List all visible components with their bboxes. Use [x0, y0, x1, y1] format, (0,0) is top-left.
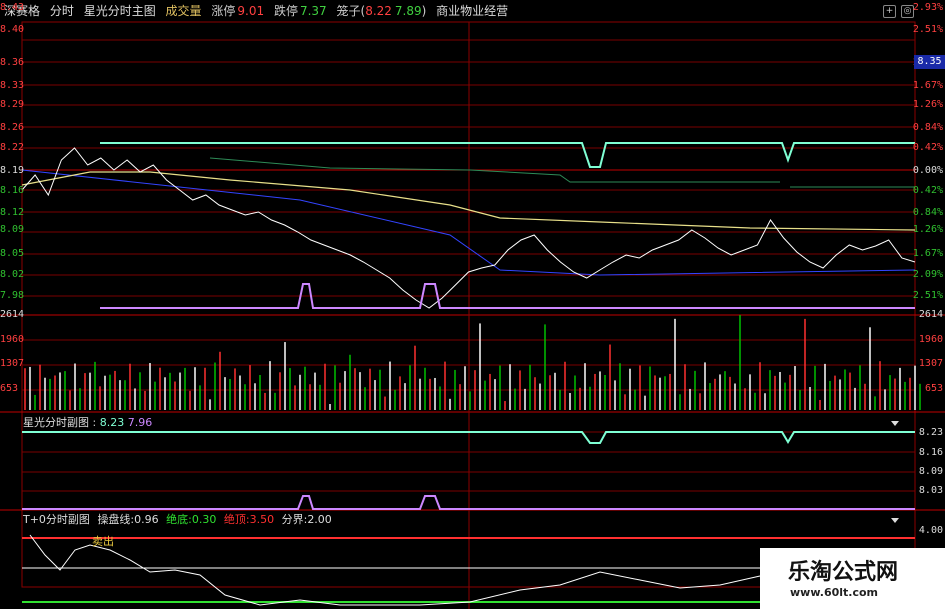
sub1-axis-3: 8.03: [918, 485, 943, 496]
operation-line: [29, 534, 761, 606]
volume-axis-top-left: 2614: [0, 309, 25, 320]
sub1-axis-1: 8.16: [918, 447, 943, 458]
price-tick: 7.98: [0, 290, 25, 301]
sub2-value-2: 0.30: [191, 513, 217, 526]
signal-line-green: [100, 142, 915, 168]
price-tick: 8.40: [0, 24, 25, 35]
price-tick: 8.19: [0, 165, 25, 176]
price-tick: 8.05: [0, 248, 25, 259]
percent-tick: 0.42%: [912, 185, 943, 196]
sub2-header: T+0分时副图 操盘线:0.96 绝底:0.30 绝顶:3.50 分界:2.00: [23, 513, 332, 527]
sub1-value-1: 8.23: [99, 416, 125, 429]
sub2-label-1: 操盘线:: [97, 513, 135, 526]
price-tick: 8.09: [0, 224, 25, 235]
percent-tick: 1.26%: [912, 224, 943, 235]
volume-axis-2-right: 1307: [918, 358, 943, 369]
volume-axis-1-right: 1960: [918, 334, 943, 345]
sub1-title[interactable]: 星光分时副图: [23, 416, 89, 429]
sub1-dropdown-icon[interactable]: [891, 421, 899, 426]
volume-axis-1-left: 1960: [0, 334, 25, 345]
percent-tick: 2.09%: [912, 269, 943, 280]
sell-signal-label: 卖出: [92, 535, 114, 548]
price-tick: 8.26: [0, 122, 25, 133]
percent-tick: 2.93%: [912, 2, 943, 13]
price-tick: 8.22: [0, 142, 25, 153]
percent-tick: 1.67%: [912, 248, 943, 259]
percent-tick: 2.51%: [912, 24, 943, 35]
volume-axis-top-right: 2614: [918, 309, 943, 320]
price-tick: 8.29: [0, 99, 25, 110]
watermark: 乐淘公式网 www.60lt.com: [760, 548, 945, 609]
sub2-title[interactable]: T+0分时副图: [23, 513, 90, 526]
price-tick: 8.33: [0, 80, 25, 91]
sub1-value-2: 7.96: [127, 416, 153, 429]
price-tick: 8.36: [0, 57, 25, 68]
percent-tick: 0.42%: [912, 142, 943, 153]
sub1-axis-2: 8.09: [918, 466, 943, 477]
watermark-title: 乐淘公式网: [788, 560, 899, 585]
price-tick: 8.02: [0, 269, 25, 280]
percent-tick: 0.00%: [912, 165, 943, 176]
sub2-dropdown-icon[interactable]: [891, 518, 899, 523]
volume-axis-2-left: 1307: [0, 358, 25, 369]
volume-axis-3-right: 653: [924, 383, 943, 394]
sub2-axis-top: 4.00: [918, 525, 943, 536]
percent-tick: 1.67%: [912, 80, 943, 91]
volume-axis-3-left: 653: [0, 383, 19, 394]
sub2-value-4: 2.00: [307, 513, 332, 526]
sub2-label-4: 分界:: [281, 513, 308, 526]
sub2-value-1: 0.96: [134, 513, 159, 526]
percent-tick: 1.26%: [912, 99, 943, 110]
percent-tick: 0.84%: [912, 207, 943, 218]
current-price-tag: 8.35: [914, 55, 945, 69]
percent-tick: 0.84%: [912, 122, 943, 133]
price-tick: 8.12: [0, 207, 25, 218]
sub2-value-3: 3.50: [249, 513, 275, 526]
sub2-label-3: 绝顶:: [223, 513, 250, 526]
watermark-url: www.60lt.com: [790, 586, 879, 599]
percent-tick: 2.51%: [912, 290, 943, 301]
sub1-header: 星光分时副图 : 8.23 7.96: [23, 416, 153, 429]
price-tick: 8.16: [0, 185, 25, 196]
sub2-label-2: 绝底:: [166, 513, 192, 526]
price-tick: 8.43: [0, 2, 25, 13]
sub1-axis-0: 8.23: [918, 427, 943, 438]
